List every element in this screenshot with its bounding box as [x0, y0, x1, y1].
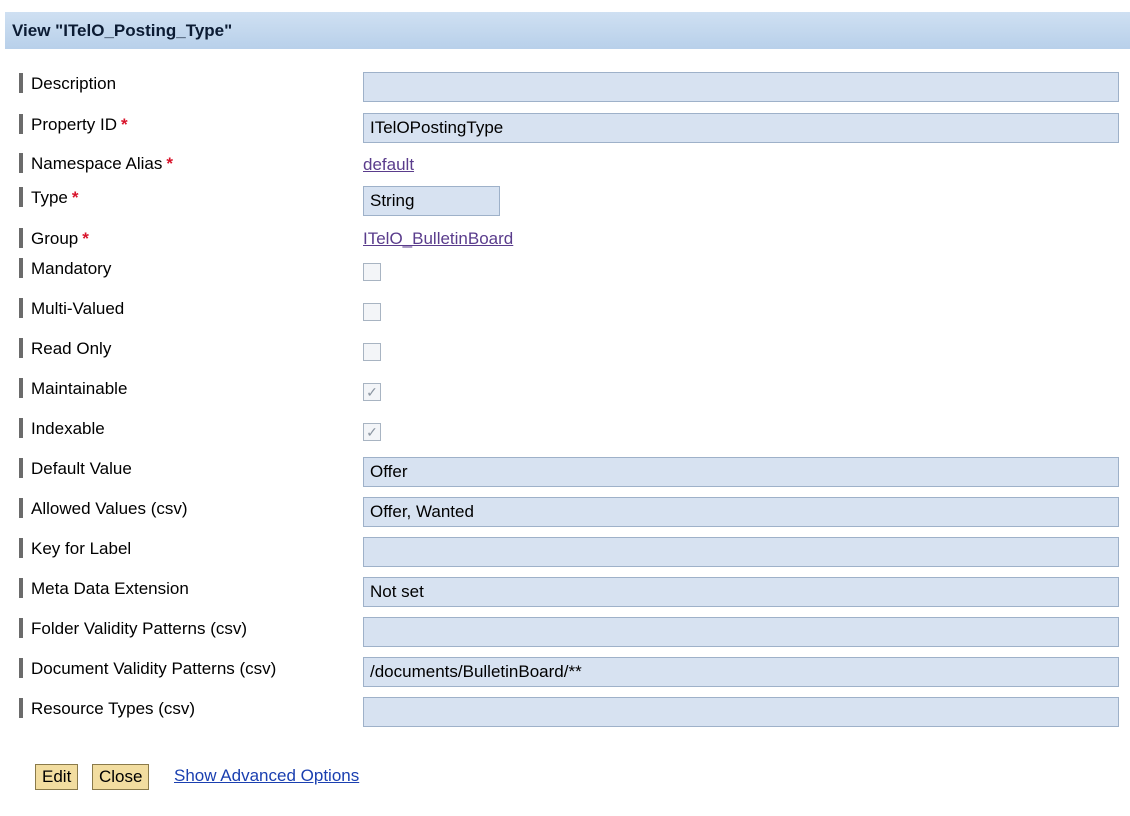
required-marker: *: [120, 115, 128, 134]
folder-validity-field[interactable]: [363, 617, 1119, 647]
label-marker: [19, 153, 23, 173]
default-value-label: Default Value: [19, 458, 132, 480]
row-maintainable: Maintainable ✓: [0, 375, 1130, 405]
multi-valued-label: Multi-Valued: [19, 298, 124, 320]
property-id-label: Property ID *: [19, 114, 128, 136]
read-only-checkbox[interactable]: [363, 343, 381, 361]
label-marker: [19, 538, 23, 558]
resource-types-label: Resource Types (csv): [19, 698, 195, 720]
row-multi-valued: Multi-Valued: [0, 295, 1130, 325]
label-marker: [19, 298, 23, 318]
close-button[interactable]: Close: [92, 764, 150, 790]
row-mandatory: Mandatory: [0, 255, 1130, 285]
meta-data-extension-label: Meta Data Extension: [19, 578, 189, 600]
label-marker: [19, 378, 23, 398]
required-marker: *: [166, 154, 173, 173]
mandatory-label: Mandatory: [19, 258, 111, 280]
row-allowed-values: Allowed Values (csv) Offer, Wanted: [0, 495, 1130, 527]
show-advanced-options-link[interactable]: Show Advanced Options: [174, 766, 359, 786]
key-for-label-field[interactable]: [363, 537, 1119, 567]
type-field[interactable]: String: [363, 186, 500, 216]
mandatory-checkbox[interactable]: [363, 263, 381, 281]
resource-types-field[interactable]: [363, 697, 1119, 727]
folder-validity-label: Folder Validity Patterns (csv): [19, 618, 247, 640]
description-field[interactable]: [363, 72, 1119, 102]
maintainable-checkbox[interactable]: ✓: [363, 383, 381, 401]
indexable-label: Indexable: [19, 418, 105, 440]
label-marker: [19, 187, 23, 207]
label-marker: [19, 458, 23, 478]
required-marker: *: [71, 188, 79, 207]
label-marker: [19, 578, 23, 598]
key-for-label-label: Key for Label: [19, 538, 131, 560]
edit-button[interactable]: Edit: [35, 764, 79, 790]
required-marker: *: [82, 229, 89, 248]
row-document-validity: Document Validity Patterns (csv) /docume…: [0, 655, 1130, 687]
allowed-values-label: Allowed Values (csv): [19, 498, 188, 520]
row-group: Group * ITelO_BulletinBoard: [0, 225, 1130, 255]
allowed-values-field[interactable]: Offer, Wanted: [363, 497, 1119, 527]
group-label: Group *: [19, 228, 89, 250]
label-marker: [19, 73, 23, 93]
indexable-checkbox[interactable]: ✓: [363, 423, 381, 441]
row-type: Type * String: [0, 184, 1130, 216]
type-label: Type *: [19, 187, 78, 209]
property-id-field[interactable]: ITelOPostingType: [363, 113, 1119, 143]
row-property-id: Property ID * ITelOPostingType: [0, 111, 1130, 143]
label-marker: [19, 338, 23, 358]
document-validity-field[interactable]: /documents/BulletinBoard/**: [363, 657, 1119, 687]
meta-data-extension-field[interactable]: Not set: [363, 577, 1119, 607]
label-marker: [19, 228, 23, 248]
label-marker: [19, 418, 23, 438]
default-value-field[interactable]: Offer: [363, 457, 1119, 487]
row-meta-data-extension: Meta Data Extension Not set: [0, 575, 1130, 607]
row-namespace-alias: Namespace Alias * default: [0, 150, 1130, 180]
page-title: View "ITelO_Posting_Type": [12, 20, 233, 40]
label-marker: [19, 698, 23, 718]
row-key-for-label: Key for Label: [0, 535, 1130, 567]
document-validity-label: Document Validity Patterns (csv): [19, 658, 276, 680]
label-marker: [19, 498, 23, 518]
label-marker: [19, 618, 23, 638]
group-link[interactable]: ITelO_BulletinBoard: [363, 229, 513, 249]
row-folder-validity: Folder Validity Patterns (csv): [0, 615, 1130, 647]
label-marker: [19, 258, 23, 278]
row-indexable: Indexable ✓: [0, 415, 1130, 445]
view-title-bar: View "ITelO_Posting_Type": [5, 12, 1130, 49]
row-description: Description: [0, 70, 1130, 102]
row-read-only: Read Only: [0, 335, 1130, 365]
row-default-value: Default Value Offer: [0, 455, 1130, 487]
label-marker: [19, 658, 23, 678]
read-only-label: Read Only: [19, 338, 111, 360]
label-marker: [19, 114, 23, 134]
maintainable-label: Maintainable: [19, 378, 127, 400]
description-label: Description: [19, 73, 116, 95]
namespace-alias-label: Namespace Alias *: [19, 153, 173, 175]
namespace-alias-link[interactable]: default: [363, 155, 414, 175]
multi-valued-checkbox[interactable]: [363, 303, 381, 321]
row-resource-types: Resource Types (csv): [0, 695, 1130, 727]
